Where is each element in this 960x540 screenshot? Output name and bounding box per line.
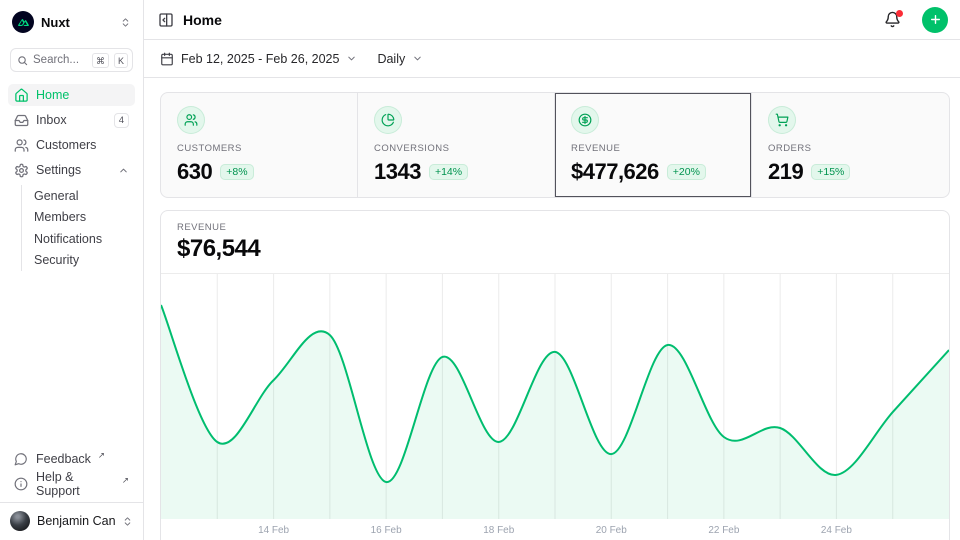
inbox-count-badge: 4: [114, 113, 129, 128]
stat-value: 219: [768, 159, 803, 185]
page-title: Home: [183, 12, 875, 28]
users-icon: [177, 106, 205, 134]
pie-chart-icon: [374, 106, 402, 134]
inbox-icon: [14, 113, 29, 128]
user-name: Benjamin Canac: [37, 514, 115, 528]
workspace-name: Nuxt: [41, 15, 113, 30]
chart-metric-value: $76,544: [177, 235, 933, 263]
date-range-value: Feb 12, 2025 - Feb 26, 2025: [181, 52, 339, 66]
stat-label: CUSTOMERS: [177, 143, 341, 154]
sidebar-item-label: General: [34, 189, 78, 203]
stat-card-conversions[interactable]: CONVERSIONS 1343 +14%: [358, 93, 555, 197]
stat-card-revenue[interactable]: REVENUE $477,626 +20%: [555, 93, 752, 197]
stat-value: 630: [177, 159, 212, 185]
users-icon: [14, 138, 29, 153]
sidebar-item-label: Notifications: [34, 232, 102, 246]
svg-text:18 Feb: 18 Feb: [483, 525, 514, 536]
sidebar-item-customers[interactable]: Customers: [8, 134, 135, 156]
kbd-meta: ⌘: [92, 53, 109, 68]
sidebar-item-notifications[interactable]: Notifications: [22, 228, 135, 250]
notifications-button[interactable]: [884, 11, 901, 28]
revenue-chart-card: REVENUE $76,544 14 Feb 16 Feb 18 Feb 20 Feb…: [160, 210, 950, 540]
chart-header: REVENUE $76,544: [161, 211, 949, 274]
plus-icon: [929, 13, 942, 26]
help-support-label: Help & Support: [36, 470, 115, 498]
search-icon: [17, 55, 28, 66]
revenue-area-chart[interactable]: 14 Feb 16 Feb 18 Feb 20 Feb 22 Feb 24 Feb: [161, 274, 949, 540]
sidebar-item-label: Settings: [36, 163, 81, 177]
calendar-icon: [160, 52, 174, 66]
stats-row: CUSTOMERS 630 +8% CONVERSIONS 1343 +14%: [160, 92, 950, 198]
help-support-link[interactable]: Help & Support ↗: [8, 473, 135, 495]
chevrons-up-down-icon: [120, 17, 131, 28]
page-header: Home: [144, 0, 960, 40]
add-button[interactable]: [922, 7, 948, 33]
granularity-value: Daily: [377, 52, 405, 66]
sidebar-item-label: Security: [34, 253, 79, 267]
sidebar-item-label: Members: [34, 210, 86, 224]
granularity-select[interactable]: Daily: [377, 52, 423, 66]
dashboard-content: CUSTOMERS 630 +8% CONVERSIONS 1343 +14%: [144, 78, 960, 540]
avatar: [10, 511, 30, 531]
notification-dot: [896, 10, 903, 17]
nuxt-logo-icon: [12, 11, 34, 33]
main-area: Home Feb 12, 2025 - Feb 26, 2025 Daily: [144, 0, 960, 540]
sidebar-item-general[interactable]: General: [22, 185, 135, 207]
sidebar-nav: Home Inbox 4 Customers Settings: [8, 84, 135, 271]
sidebar-item-inbox[interactable]: Inbox 4: [8, 109, 135, 131]
chat-bubble-icon: [14, 452, 29, 467]
gear-icon: [14, 163, 29, 178]
feedback-label: Feedback: [36, 452, 91, 466]
sidebar-spacer: [8, 271, 135, 448]
stat-delta-badge: +14%: [429, 164, 468, 180]
sidebar-item-members[interactable]: Members: [22, 207, 135, 229]
sidebar-item-security[interactable]: Security: [22, 250, 135, 272]
svg-text:14 Feb: 14 Feb: [258, 525, 289, 536]
stat-delta-badge: +8%: [220, 164, 253, 180]
stat-value: $477,626: [571, 159, 659, 185]
svg-text:20 Feb: 20 Feb: [596, 525, 627, 536]
user-menu[interactable]: Benjamin Canac: [0, 502, 143, 540]
filters-toolbar: Feb 12, 2025 - Feb 26, 2025 Daily: [144, 40, 960, 78]
panel-left-close-icon: [158, 12, 174, 28]
kbd-k: K: [114, 53, 128, 68]
svg-text:16 Feb: 16 Feb: [371, 525, 402, 536]
stat-card-customers[interactable]: CUSTOMERS 630 +8%: [161, 93, 358, 197]
stat-label: REVENUE: [571, 143, 735, 154]
chart-metric-label: REVENUE: [177, 222, 933, 233]
sidebar-footer: Feedback ↗ Help & Support ↗: [8, 448, 135, 502]
sidebar-item-label: Home: [36, 88, 69, 102]
sidebar-item-settings[interactable]: Settings: [8, 159, 135, 181]
dollar-circle-icon: [571, 106, 599, 134]
cart-icon: [768, 106, 796, 134]
stat-value: 1343: [374, 159, 421, 185]
chevron-down-icon: [412, 53, 423, 64]
workspace-switcher[interactable]: Nuxt: [8, 8, 135, 36]
date-range-picker[interactable]: Feb 12, 2025 - Feb 26, 2025: [160, 52, 357, 66]
settings-subnav: General Members Notifications Security: [21, 185, 135, 271]
chevrons-up-down-icon: [122, 516, 133, 527]
search-input[interactable]: Search... ⌘ K: [10, 48, 133, 72]
stat-label: ORDERS: [768, 143, 933, 154]
stat-delta-badge: +20%: [667, 164, 706, 180]
external-link-icon: ↗: [98, 450, 105, 461]
chevron-up-icon: [118, 165, 129, 176]
stat-delta-badge: +15%: [811, 164, 850, 180]
sidebar-collapse-button[interactable]: [158, 12, 174, 28]
search-placeholder: Search...: [33, 54, 87, 66]
stat-label: CONVERSIONS: [374, 143, 538, 154]
chevron-down-icon: [346, 53, 357, 64]
sidebar-item-label: Inbox: [36, 113, 67, 127]
svg-text:24 Feb: 24 Feb: [821, 525, 852, 536]
info-circle-icon: [14, 477, 29, 492]
svg-text:22 Feb: 22 Feb: [708, 525, 739, 536]
external-link-icon: ↗: [122, 475, 129, 486]
sidebar: Nuxt Search... ⌘ K Home Inbox 4: [0, 0, 144, 540]
sidebar-item-label: Customers: [36, 138, 96, 152]
home-icon: [14, 88, 29, 103]
feedback-link[interactable]: Feedback ↗: [8, 448, 135, 470]
sidebar-item-home[interactable]: Home: [8, 84, 135, 106]
stat-card-orders[interactable]: ORDERS 219 +15%: [752, 93, 949, 197]
